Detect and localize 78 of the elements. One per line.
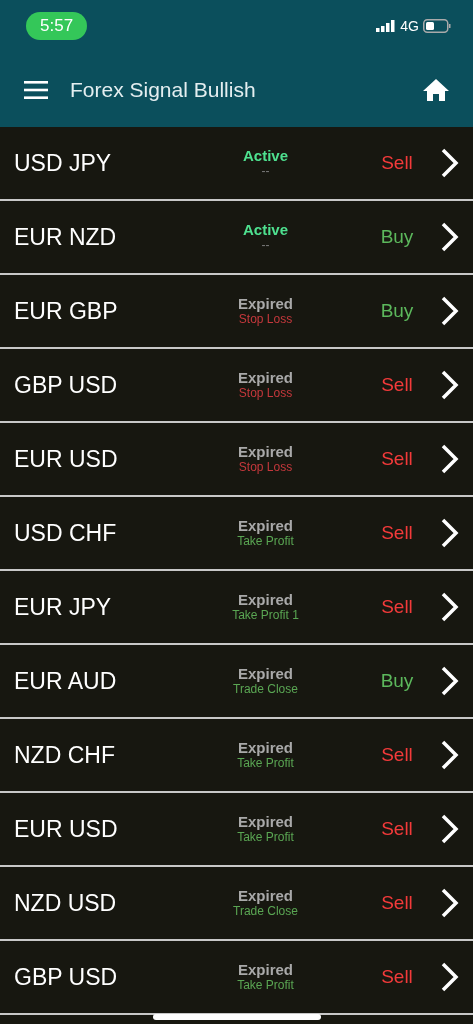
battery-icon [423, 19, 451, 33]
app-title: Forex Signal Bullish [70, 76, 257, 103]
currency-pair: EUR GBP [14, 296, 119, 326]
trade-direction: Sell [380, 890, 414, 915]
signal-result: Take Profit [237, 978, 294, 992]
signal-status: Expired [238, 370, 293, 387]
signal-status: Expired [238, 592, 293, 609]
trade-direction: Sell [380, 964, 414, 989]
menu-icon[interactable] [24, 80, 48, 99]
chevron-right-icon [441, 148, 459, 178]
signal-result: Take Profit [237, 534, 294, 548]
chevron-right-icon [441, 666, 459, 696]
trade-direction: Buy [379, 668, 415, 693]
signal-row[interactable]: EUR JPY Expired Take Profit 1 Sell [0, 571, 473, 645]
signal-row[interactable]: EUR USD Expired Stop Loss Sell [0, 423, 473, 497]
chevron-right-icon [441, 962, 459, 992]
signal-row[interactable]: GBP USD Expired Stop Loss Sell [0, 349, 473, 423]
signal-status: Expired [238, 962, 293, 979]
currency-pair: EUR JPY [14, 592, 113, 622]
chevron-right-icon [441, 814, 459, 844]
signal-icon [376, 20, 397, 32]
signal-status: Active [243, 148, 288, 165]
trade-direction: Sell [380, 446, 414, 471]
signal-status: Expired [238, 518, 293, 535]
trade-direction: Buy [379, 224, 415, 249]
signal-result: -- [261, 164, 270, 178]
chevron-right-icon [441, 518, 459, 548]
signal-result: Stop Loss [238, 312, 293, 326]
trade-direction: Sell [380, 150, 414, 175]
signal-row[interactable]: EUR NZD Active -- Buy [0, 201, 473, 275]
currency-pair: NZD CHF [14, 740, 116, 770]
trade-direction: Sell [380, 816, 414, 841]
currency-pair: EUR AUD [14, 666, 118, 696]
network-label: 4G [400, 16, 419, 36]
chevron-right-icon [441, 740, 459, 770]
signal-status: Expired [238, 296, 293, 313]
home-icon[interactable] [423, 78, 449, 101]
signal-status: Expired [238, 740, 293, 757]
currency-pair: GBP USD [14, 962, 119, 992]
signal-row[interactable]: NZD USD Expired Trade Close Sell [0, 867, 473, 941]
chevron-right-icon [441, 222, 459, 252]
trade-direction: Sell [380, 742, 414, 767]
chevron-right-icon [441, 444, 459, 474]
signal-result: Take Profit [237, 756, 294, 770]
chevron-right-icon [441, 888, 459, 918]
signal-row[interactable]: USD CHF Expired Take Profit Sell [0, 497, 473, 571]
signal-result: -- [261, 238, 270, 252]
signal-row[interactable]: NZD CHF Expired Take Profit Sell [0, 719, 473, 793]
signal-status: Expired [238, 666, 293, 683]
signal-row[interactable]: EUR AUD Expired Trade Close Buy [0, 645, 473, 719]
signal-status: Active [243, 222, 288, 239]
currency-pair: GBP USD [14, 370, 119, 400]
trade-direction: Buy [379, 298, 415, 323]
chevron-right-icon [441, 370, 459, 400]
currency-pair: USD JPY [14, 148, 113, 178]
trade-direction: Sell [380, 520, 414, 545]
signal-status: Expired [238, 814, 293, 831]
signal-row[interactable]: USD JPY Active -- Sell [0, 127, 473, 201]
currency-pair: EUR USD [14, 444, 119, 474]
currency-pair: USD CHF [14, 518, 118, 548]
signal-row[interactable]: EUR GBP Expired Stop Loss Buy [0, 275, 473, 349]
trade-direction: Sell [380, 594, 414, 619]
chevron-right-icon [441, 592, 459, 622]
signal-result: Stop Loss [238, 460, 293, 474]
signal-status: Expired [238, 888, 293, 905]
signal-result: Take Profit [237, 830, 294, 844]
currency-pair: EUR NZD [14, 222, 118, 252]
currency-pair: EUR USD [14, 814, 119, 844]
signal-result: Take Profit 1 [232, 608, 299, 622]
currency-pair: NZD USD [14, 888, 118, 918]
signal-status: Expired [238, 444, 293, 461]
signal-result: Stop Loss [238, 386, 293, 400]
clock-time: 5:57 [26, 12, 88, 40]
signal-result: Trade Close [233, 682, 298, 696]
trade-direction: Sell [380, 372, 414, 397]
signal-row[interactable]: EUR USD Expired Take Profit Sell [0, 793, 473, 867]
chevron-right-icon [441, 296, 459, 326]
signal-result: Trade Close [233, 904, 298, 918]
